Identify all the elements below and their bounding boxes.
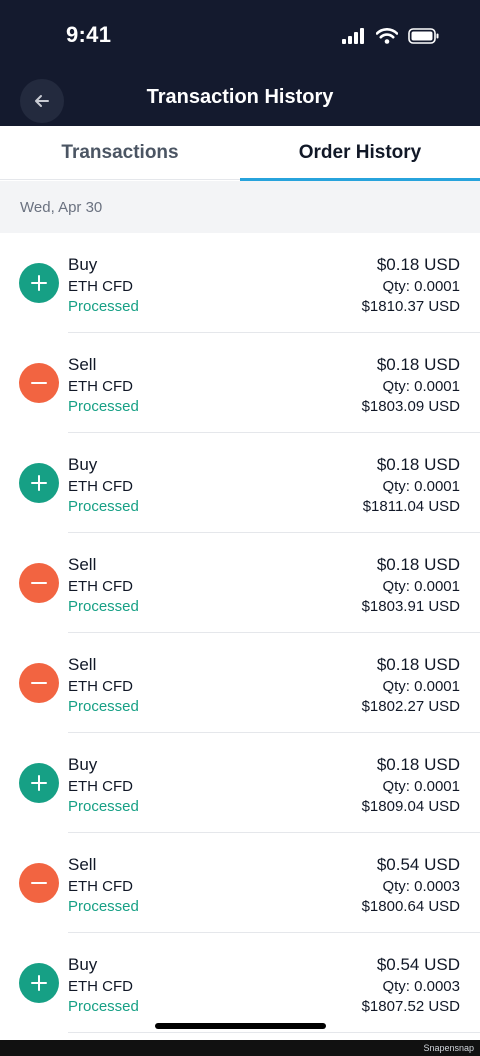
order-row[interactable]: Buy ETH CFD Processed $0.18 USD Qty: 0.0001 $… <box>0 233 480 333</box>
order-price: $1803.91 USD <box>361 598 460 615</box>
order-instrument: ETH CFD <box>68 578 133 595</box>
watermark: Snapensnap <box>423 1043 474 1053</box>
order-instrument: ETH CFD <box>68 278 133 295</box>
order-quantity: Qty: 0.0001 <box>382 778 460 795</box>
app-header: 9:41 Transaction History <box>0 0 480 126</box>
order-price: $1803.09 USD <box>361 398 460 415</box>
sell-minus-icon <box>19 663 59 703</box>
order-quantity: Qty: 0.0001 <box>382 478 460 495</box>
battery-icon <box>408 28 439 44</box>
tab-bar: Transactions Order History <box>0 126 480 181</box>
order-instrument: ETH CFD <box>68 378 133 395</box>
order-row[interactable]: Buy ETH CFD Processed $0.54 USD Qty: 0.0003 $… <box>0 933 480 1033</box>
order-quantity: Qty: 0.0001 <box>382 678 460 695</box>
order-quantity: Qty: 0.0003 <box>382 978 460 995</box>
order-amount: $0.18 USD <box>376 255 460 274</box>
buy-plus-icon <box>19 263 59 303</box>
sell-minus-icon <box>19 563 59 603</box>
order-quantity: Qty: 0.0003 <box>382 878 460 895</box>
order-instrument: ETH CFD <box>68 678 133 695</box>
order-price: $1800.64 USD <box>361 898 460 915</box>
order-instrument: ETH CFD <box>68 478 133 495</box>
wifi-icon <box>376 28 398 44</box>
order-amount: $0.18 USD <box>376 655 460 674</box>
order-quantity: Qty: 0.0001 <box>382 578 460 595</box>
order-amount: $0.18 USD <box>376 455 460 474</box>
order-status: Processed <box>68 998 139 1015</box>
order-price: $1809.04 USD <box>361 798 460 815</box>
page-title: Transaction History <box>146 86 334 108</box>
order-instrument: ETH CFD <box>68 778 133 795</box>
order-status: Processed <box>68 398 139 415</box>
order-status: Processed <box>68 498 139 515</box>
status-icons <box>342 24 440 48</box>
buy-plus-icon <box>19 963 59 1003</box>
signal-icon <box>342 28 364 44</box>
order-side: Sell <box>68 655 97 674</box>
order-price: $1807.52 USD <box>361 998 460 1015</box>
buy-plus-icon <box>19 763 59 803</box>
status-time: 9:41 <box>66 22 112 47</box>
sell-minus-icon <box>19 863 59 903</box>
order-status: Processed <box>68 898 139 915</box>
order-row[interactable]: Sell ETH CFD Processed $0.18 USD Qty: 0.0001… <box>0 533 480 633</box>
order-price: $1802.27 USD <box>361 698 460 715</box>
order-price: $1811.04 USD <box>362 498 460 515</box>
order-amount: $0.18 USD <box>376 555 460 574</box>
order-side: Sell <box>68 355 97 374</box>
order-status: Processed <box>68 698 139 715</box>
order-side: Buy <box>68 455 98 474</box>
order-instrument: ETH CFD <box>68 878 133 895</box>
order-status: Processed <box>68 798 139 815</box>
order-quantity: Qty: 0.0001 <box>382 278 460 295</box>
tab-transactions[interactable]: Transactions <box>0 126 240 180</box>
order-side: Sell <box>68 855 97 874</box>
tab-order-history[interactable]: Order History <box>240 126 480 181</box>
order-side: Buy <box>68 755 98 774</box>
order-list: Buy ETH CFD Processed $0.18 USD Qty: 0.0001 $… <box>0 233 480 1033</box>
buy-plus-icon <box>19 463 59 503</box>
order-row[interactable]: Sell ETH CFD Processed $0.54 USD Qty: 0.0003… <box>0 833 480 933</box>
order-row[interactable]: Sell ETH CFD Processed $0.18 USD Qty: 0.0001… <box>0 633 480 733</box>
sell-minus-icon <box>19 363 59 403</box>
order-amount: $0.54 USD <box>376 955 460 974</box>
order-row[interactable]: Buy ETH CFD Processed $0.18 USD Qty: 0.0001 $… <box>0 733 480 833</box>
order-row[interactable]: Buy ETH CFD Processed $0.18 USD Qty: 0.0001 $… <box>0 433 480 533</box>
order-status: Processed <box>68 598 139 615</box>
home-indicator <box>155 1023 326 1029</box>
order-amount: $0.18 USD <box>376 755 460 774</box>
order-row[interactable]: Sell ETH CFD Processed $0.18 USD Qty: 0.0001… <box>0 333 480 433</box>
bottom-strip <box>0 1040 480 1056</box>
order-status: Processed <box>68 298 139 315</box>
order-quantity: Qty: 0.0001 <box>382 378 460 395</box>
order-amount: $0.18 USD <box>376 355 460 374</box>
order-price: $1810.37 USD <box>361 298 460 315</box>
order-side: Sell <box>68 555 97 574</box>
order-instrument: ETH CFD <box>68 978 133 995</box>
order-side: Buy <box>68 255 98 274</box>
order-side: Buy <box>68 955 98 974</box>
date-group-header: Wed, Apr 30 <box>0 181 480 233</box>
order-amount: $0.54 USD <box>376 855 460 874</box>
